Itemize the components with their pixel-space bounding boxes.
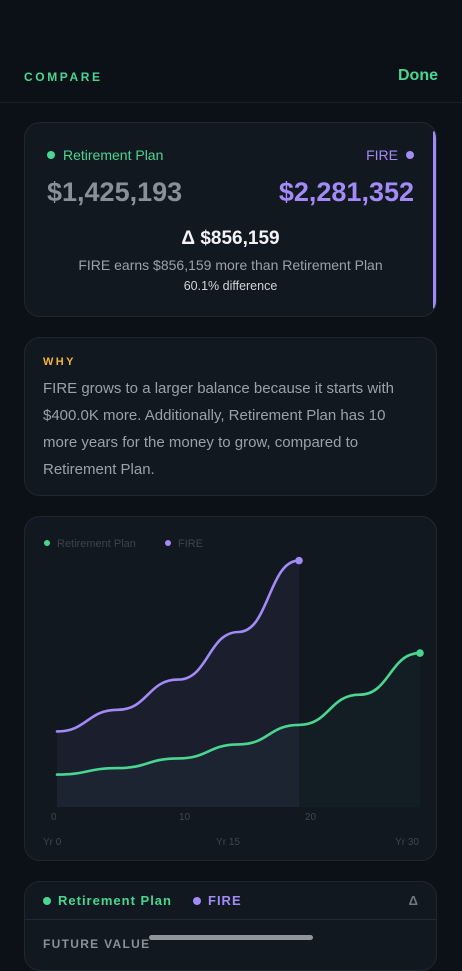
table-col-a: Retirement Plan <box>43 893 172 908</box>
table-col-delta: Δ <box>408 893 418 908</box>
x-tick-inner-1: 10 <box>179 812 191 823</box>
series-end-point-0 <box>416 649 424 657</box>
x-tick-inner-0: 0 <box>51 812 57 823</box>
summary-card: Retirement Plan FIRE $1,425,193 $2,281,3… <box>24 122 437 317</box>
plan-a-name: Retirement Plan <box>63 147 164 163</box>
table-row-label: FUTURE VALUE <box>43 937 151 951</box>
x-tick-inner-2: 20 <box>305 812 317 823</box>
series-end-point-1 <box>295 556 303 565</box>
plan-a-header: Retirement Plan <box>47 147 163 163</box>
x-label-2: Yr 30 <box>395 837 419 848</box>
growth-chart: Retirement Plan FIRE 0 10 20 Yr 0 Yr 15 Yr 30 <box>43 538 424 848</box>
done-button[interactable]: Done <box>398 67 438 85</box>
why-card: WHY FIRE grows to a larger balance becau… <box>24 337 437 496</box>
table-col-b-dot-icon <box>193 896 201 905</box>
table-col-b-label: FIRE <box>208 893 242 908</box>
plan-a-value: $1,425,193 <box>47 177 183 207</box>
top-bar: COMPARE Done <box>0 0 462 103</box>
plan-b-name: FIRE <box>366 147 398 163</box>
legend-dot-1 <box>165 540 171 546</box>
plan-a-dot-icon <box>47 151 55 159</box>
table-col-a-label: Retirement Plan <box>58 893 172 908</box>
x-label-1: Yr 15 <box>216 837 240 848</box>
why-text: FIRE grows to a larger balance because i… <box>43 380 394 478</box>
plan-b-header: FIRE <box>366 147 414 163</box>
table-divider <box>25 919 436 920</box>
page-title: COMPARE <box>24 70 103 84</box>
delta-value: Δ $856,159 <box>181 228 280 249</box>
legend-dot-0 <box>44 540 50 546</box>
comparison-table: Retirement Plan FIRE Δ FUTURE VALUE <box>24 881 437 971</box>
home-indicator[interactable] <box>149 935 313 940</box>
legend-label-0: Retirement Plan <box>57 538 136 550</box>
why-label: WHY <box>43 356 76 368</box>
delta-description: FIRE earns $856,159 more than Retirement… <box>78 257 383 273</box>
x-label-0: Yr 0 <box>43 837 62 848</box>
growth-chart-card: Retirement Plan FIRE 0 10 20 Yr 0 Yr 15 Yr 30 <box>24 516 437 861</box>
plan-b-value: $2,281,352 <box>278 177 414 207</box>
plan-b-dot-icon <box>406 151 414 159</box>
table-col-b: FIRE <box>193 893 242 908</box>
legend-label-1: FIRE <box>178 538 203 550</box>
table-col-a-dot-icon <box>43 896 51 905</box>
difference-percent: 60.1% difference <box>183 279 278 293</box>
